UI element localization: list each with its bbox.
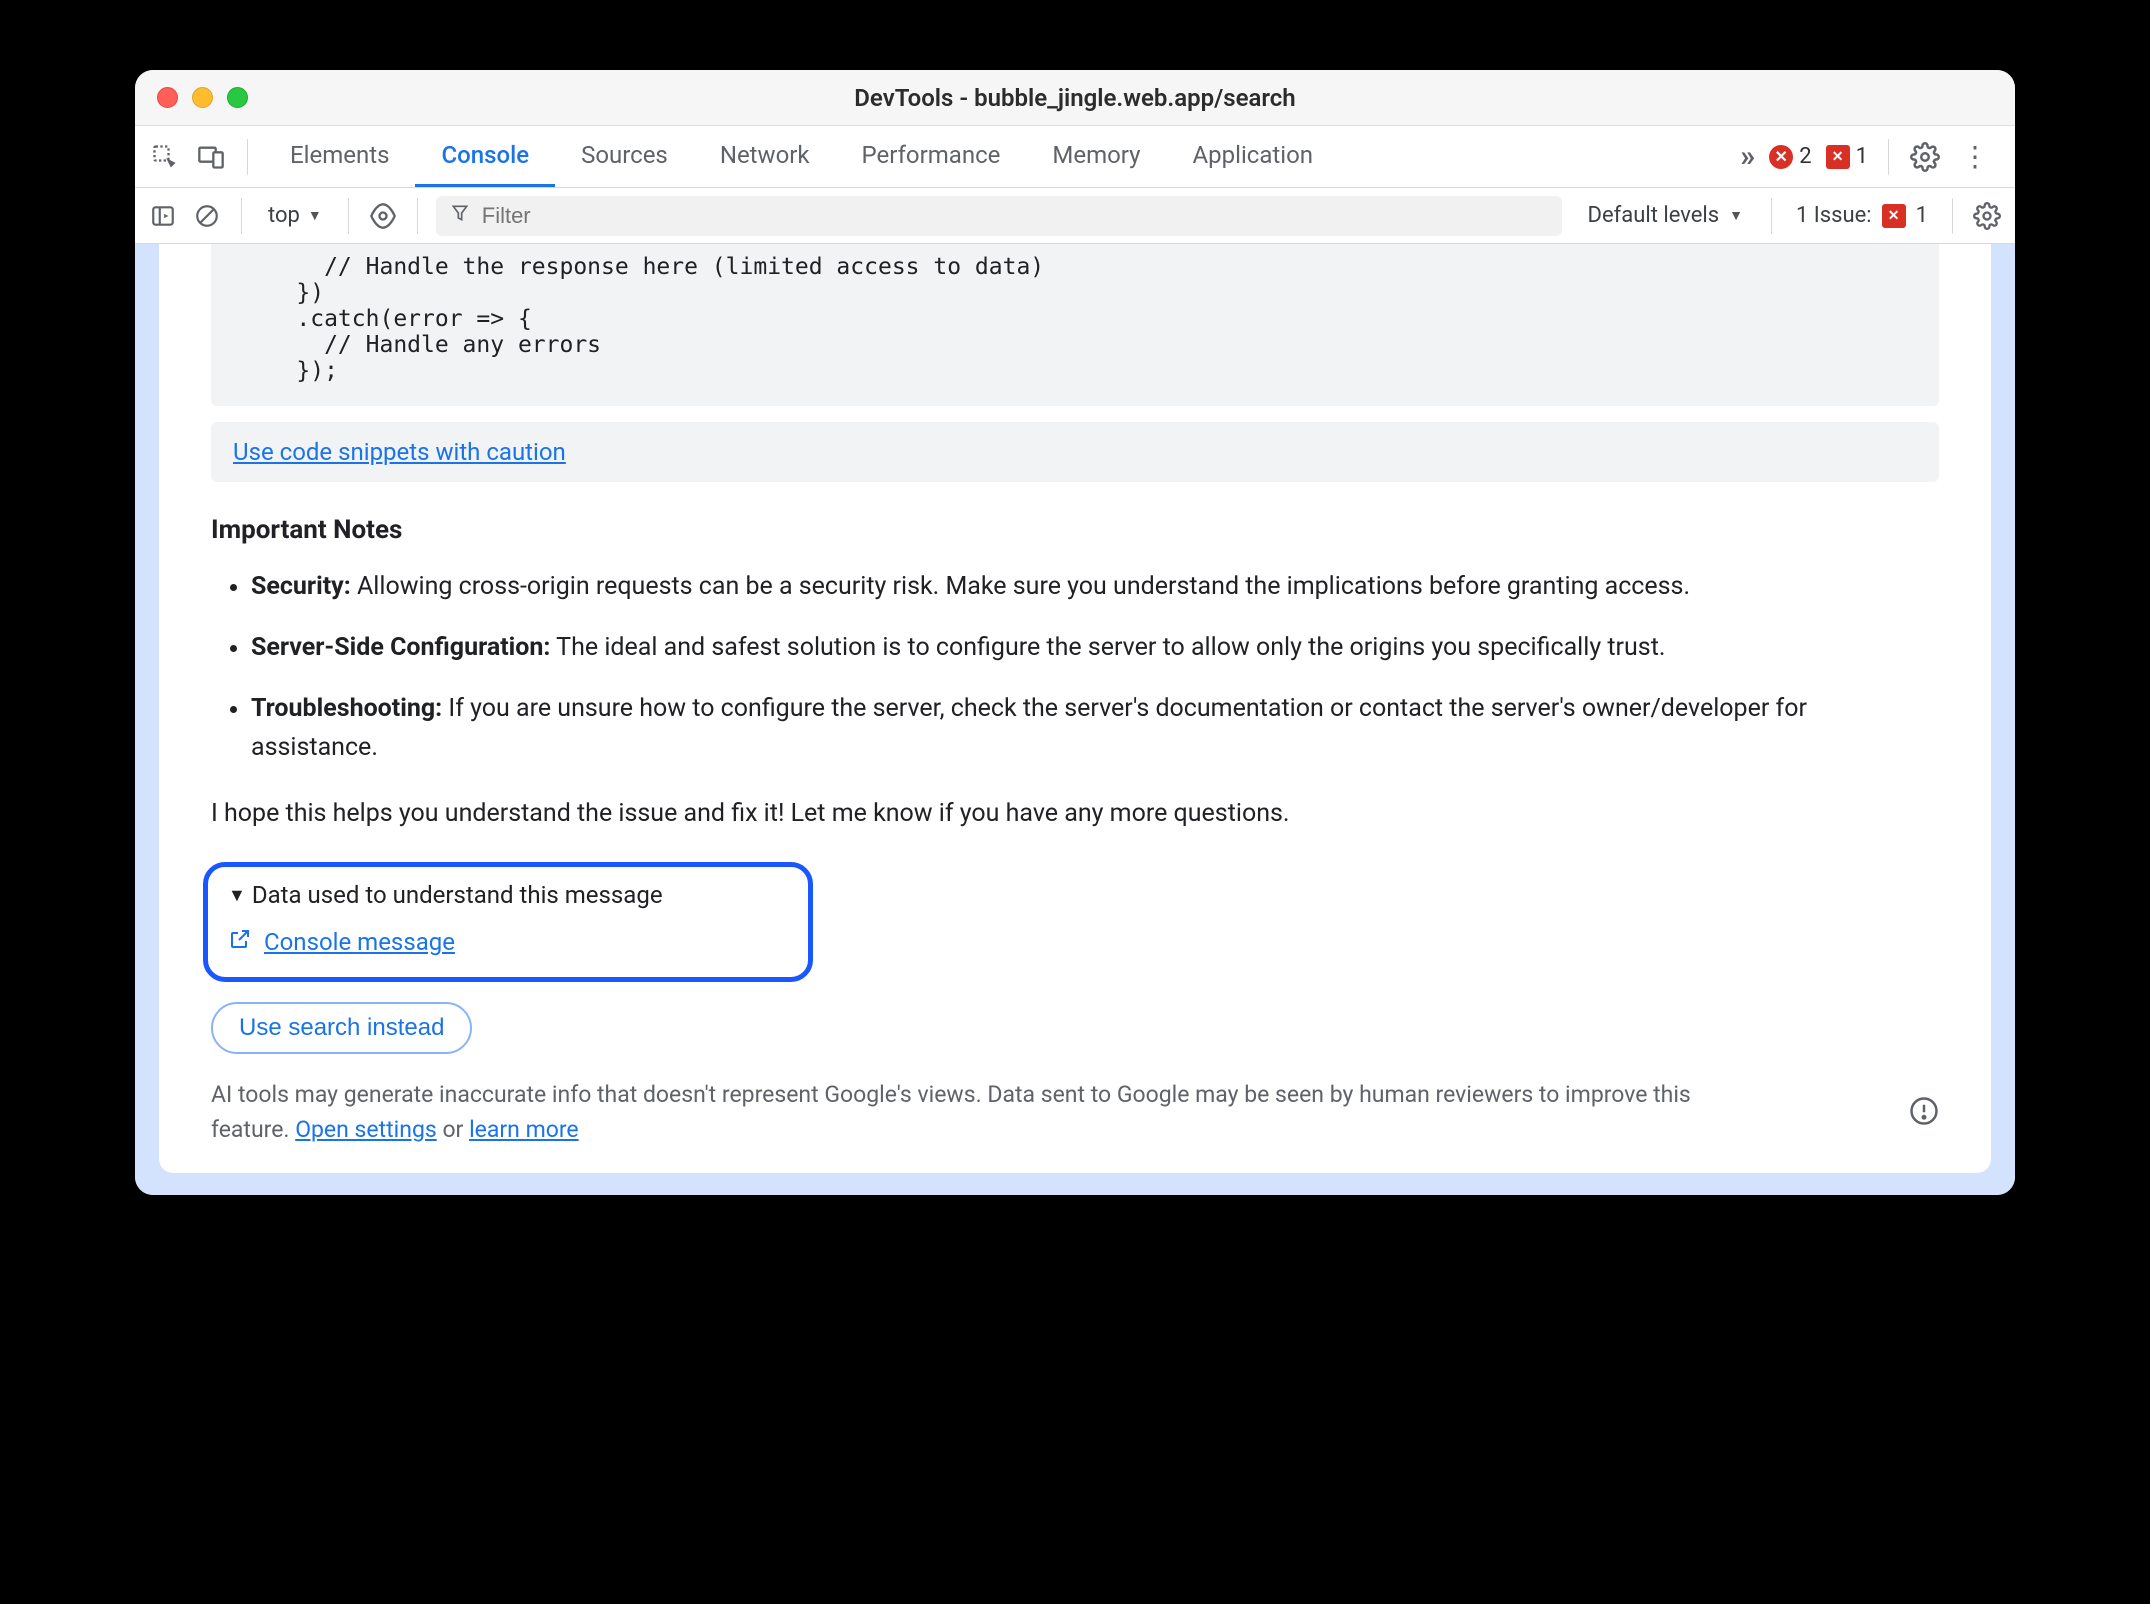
note-item: Troubleshooting: If you are unsure how t… bbox=[251, 690, 1939, 768]
filter-input[interactable] bbox=[482, 203, 1548, 229]
toggle-sidebar-icon[interactable] bbox=[147, 200, 179, 232]
console-message-link[interactable]: Console message bbox=[264, 928, 455, 956]
error-badge[interactable]: ✕ 2 bbox=[1769, 144, 1811, 169]
caution-link[interactable]: Use code snippets with caution bbox=[233, 438, 566, 466]
more-tabs-icon[interactable]: » bbox=[1740, 139, 1755, 174]
flag-count: 1 bbox=[1856, 144, 1868, 169]
divider bbox=[348, 198, 349, 234]
important-notes-section: Important Notes Security: Allowing cross… bbox=[159, 482, 1991, 767]
issues-count: 1 bbox=[1916, 203, 1928, 228]
tab-console[interactable]: Console bbox=[415, 126, 555, 187]
flag-icon: ✕ bbox=[1826, 145, 1850, 169]
triangle-down-icon: ▼ bbox=[228, 885, 246, 906]
divider bbox=[1771, 198, 1772, 234]
caution-box: Use code snippets with caution bbox=[211, 422, 1939, 482]
note-item: Server-Side Configuration: The ideal and… bbox=[251, 629, 1939, 668]
data-used-label: Data used to understand this message bbox=[252, 881, 663, 909]
data-used-toggle[interactable]: ▼ Data used to understand this message bbox=[228, 881, 788, 909]
panel-tabs: Elements Console Sources Network Perform… bbox=[264, 126, 1339, 187]
inspect-element-icon[interactable] bbox=[149, 141, 181, 173]
closing-text: I hope this helps you understand the iss… bbox=[159, 789, 1991, 850]
divider bbox=[417, 198, 418, 234]
tab-application[interactable]: Application bbox=[1167, 126, 1340, 187]
context-label: top bbox=[268, 203, 300, 228]
open-settings-link[interactable]: Open settings bbox=[295, 1116, 437, 1143]
issues-flag-badge[interactable]: ✕ 1 bbox=[1826, 144, 1868, 169]
open-external-icon bbox=[228, 927, 252, 957]
use-search-instead-button[interactable]: Use search instead bbox=[211, 1002, 472, 1054]
titlebar: DevTools - bubble_jingle.web.app/search bbox=[135, 70, 2015, 126]
tab-elements[interactable]: Elements bbox=[264, 126, 415, 187]
console-settings-icon[interactable] bbox=[1971, 200, 2003, 232]
tab-memory[interactable]: Memory bbox=[1026, 126, 1166, 187]
divider bbox=[1888, 139, 1889, 175]
caret-down-icon: ▼ bbox=[1729, 207, 1743, 224]
device-toolbar-icon[interactable] bbox=[195, 141, 227, 173]
clear-console-icon[interactable] bbox=[191, 200, 223, 232]
context-selector[interactable]: top ▼ bbox=[260, 203, 330, 228]
console-body: // Handle the response here (limited acc… bbox=[135, 244, 2015, 1195]
data-used-box: ▼ Data used to understand this message C… bbox=[203, 862, 813, 982]
window-title: DevTools - bubble_jingle.web.app/search bbox=[135, 84, 2015, 112]
tab-network[interactable]: Network bbox=[694, 126, 836, 187]
ai-response-card: // Handle the response here (limited acc… bbox=[159, 244, 1991, 1173]
divider bbox=[241, 198, 242, 234]
live-expression-icon[interactable] bbox=[367, 200, 399, 232]
levels-label: Default levels bbox=[1588, 203, 1720, 228]
tab-sources[interactable]: Sources bbox=[555, 126, 694, 187]
notes-heading: Important Notes bbox=[211, 510, 1939, 550]
panel-tabstrip: Elements Console Sources Network Perform… bbox=[135, 126, 2015, 188]
learn-more-link[interactable]: learn more bbox=[469, 1116, 579, 1143]
ai-disclaimer-footer: AI tools may generate inaccurate info th… bbox=[159, 1054, 1991, 1173]
tab-performance[interactable]: Performance bbox=[836, 126, 1027, 187]
divider bbox=[1952, 198, 1953, 234]
error-count: 2 bbox=[1799, 144, 1811, 169]
flag-icon: ✕ bbox=[1882, 204, 1906, 228]
filter-field[interactable] bbox=[436, 196, 1562, 236]
devtools-window: DevTools - bubble_jingle.web.app/search … bbox=[135, 70, 2015, 1195]
filter-icon bbox=[450, 203, 470, 229]
divider bbox=[247, 139, 248, 175]
disclaimer-text: AI tools may generate inaccurate info th… bbox=[211, 1078, 1711, 1147]
error-icon: ✕ bbox=[1769, 145, 1793, 169]
console-toolbar: top ▼ Default levels ▼ 1 Issue: ✕ 1 bbox=[135, 188, 2015, 244]
issues-indicator[interactable]: 1 Issue: ✕ 1 bbox=[1790, 203, 1934, 228]
log-levels-selector[interactable]: Default levels ▼ bbox=[1588, 203, 1753, 228]
kebab-menu-icon[interactable]: ⋮ bbox=[1955, 143, 1995, 171]
issues-label: 1 Issue: bbox=[1796, 203, 1872, 228]
settings-icon[interactable] bbox=[1909, 141, 1941, 173]
warning-icon[interactable] bbox=[1909, 1096, 1939, 1130]
code-snippet: // Handle the response here (limited acc… bbox=[211, 244, 1939, 406]
note-item: Security: Allowing cross-origin requests… bbox=[251, 568, 1939, 607]
caret-down-icon: ▼ bbox=[308, 207, 322, 224]
